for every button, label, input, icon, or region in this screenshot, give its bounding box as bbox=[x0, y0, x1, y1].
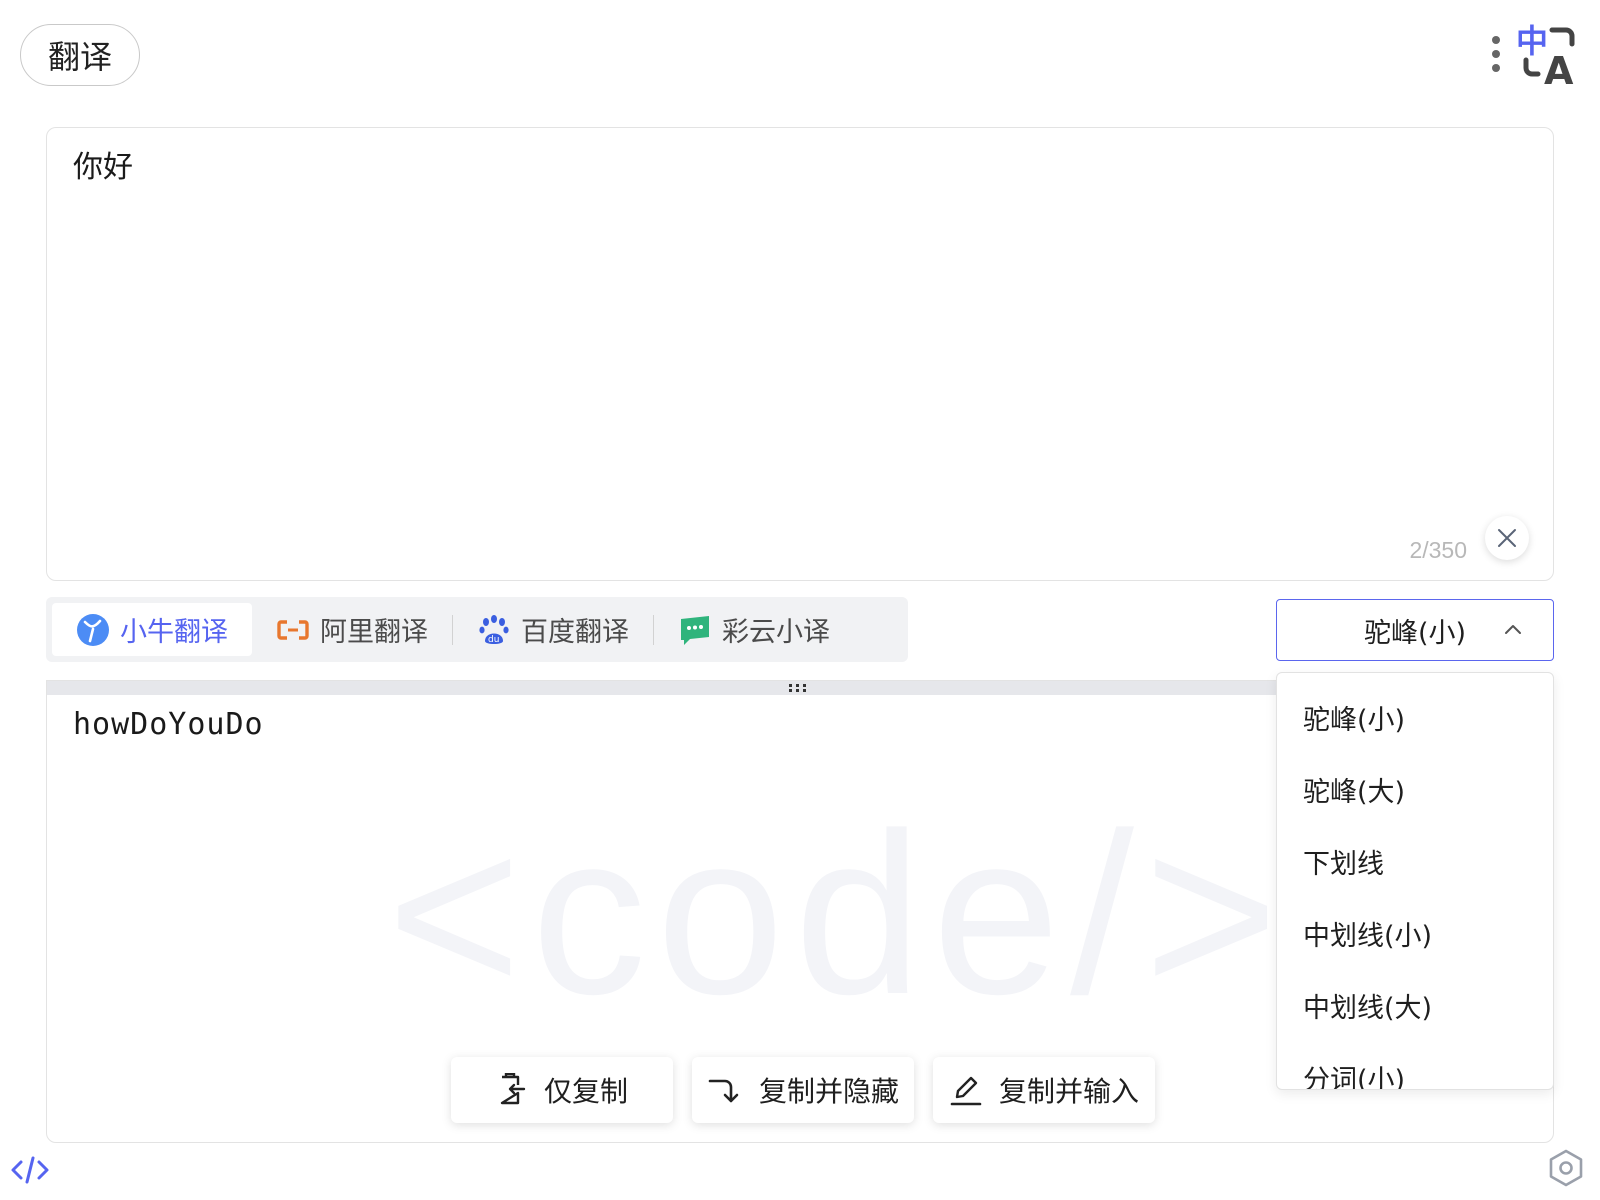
svg-text:du: du bbox=[488, 635, 499, 645]
case-style-value: 驼峰(小) bbox=[1363, 617, 1467, 649]
translate-logo-icon: 中 A bbox=[1516, 22, 1575, 86]
chevron-up-icon bbox=[1505, 625, 1521, 634]
source-text-area[interactable]: 你好 2/350 bbox=[46, 127, 1554, 581]
result-text[interactable]: howDoYouDo bbox=[73, 707, 264, 742]
more-options-icon[interactable] bbox=[1490, 36, 1502, 72]
case-option-kebab-large[interactable]: 中划线(大) bbox=[1277, 969, 1553, 1041]
tab-label: 彩云小译 bbox=[722, 617, 830, 648]
case-option-split-small[interactable]: 分词(小) bbox=[1277, 1041, 1553, 1090]
code-icon[interactable] bbox=[10, 1152, 50, 1188]
caiyun-icon bbox=[681, 615, 709, 645]
enter-arrow-icon bbox=[708, 1079, 739, 1103]
baidu-paw-icon: du bbox=[479, 614, 509, 645]
tab-baidu[interactable]: du 百度翻译 bbox=[453, 603, 653, 656]
copy-only-label: 仅复制 bbox=[543, 1075, 628, 1108]
tab-aliyun[interactable]: 阿里翻译 bbox=[252, 603, 452, 656]
tab-caiyun[interactable]: 彩云小译 bbox=[654, 603, 854, 656]
settings-icon[interactable] bbox=[1546, 1148, 1586, 1188]
case-style-dropdown: 驼峰(小) 驼峰(大) 下划线 中划线(小) 中划线(大) 分词(小) bbox=[1276, 672, 1554, 1090]
close-icon bbox=[1498, 529, 1516, 547]
case-option-snake[interactable]: 下划线 bbox=[1277, 825, 1553, 897]
top-right-toolbar: 中 A bbox=[1490, 22, 1578, 86]
code-watermark: <code/> bbox=[387, 785, 1289, 1042]
niutrans-icon bbox=[77, 613, 109, 646]
tab-label: 百度翻译 bbox=[521, 617, 629, 648]
page-title-label: 翻译 bbox=[47, 38, 112, 76]
engine-tabs: 小牛翻译 阿里翻译 du 百度翻译 彩云小译 bbox=[46, 597, 908, 662]
case-option-camel-large[interactable]: 驼峰(大) bbox=[1277, 753, 1553, 825]
clear-input-button[interactable] bbox=[1485, 516, 1529, 560]
copy-input-button[interactable]: 复制并输入 bbox=[933, 1057, 1155, 1123]
copy-input-label: 复制并输入 bbox=[998, 1075, 1139, 1108]
aliyun-icon bbox=[277, 619, 309, 640]
copy-paste-icon bbox=[500, 1073, 526, 1105]
source-text[interactable]: 你好 bbox=[73, 142, 133, 186]
char-counter: 2/350 bbox=[1409, 537, 1467, 563]
tab-label: 阿里翻译 bbox=[320, 617, 428, 648]
copy-hide-button[interactable]: 复制并隐藏 bbox=[692, 1057, 914, 1123]
case-option-kebab-small[interactable]: 中划线(小) bbox=[1277, 897, 1553, 969]
tab-label: 小牛翻译 bbox=[120, 617, 228, 648]
edit-pen-icon bbox=[950, 1076, 982, 1106]
tab-niutrans[interactable]: 小牛翻译 bbox=[52, 603, 252, 656]
drag-handle-icon[interactable] bbox=[787, 682, 809, 694]
case-option-camel-small[interactable]: 驼峰(小) bbox=[1277, 681, 1553, 753]
svg-text:A: A bbox=[1544, 49, 1574, 86]
page-title: 翻译 bbox=[20, 24, 140, 86]
case-style-select[interactable]: 驼峰(小) bbox=[1276, 599, 1554, 661]
copy-only-button[interactable]: 仅复制 bbox=[451, 1057, 673, 1123]
copy-hide-label: 复制并隐藏 bbox=[758, 1075, 899, 1108]
